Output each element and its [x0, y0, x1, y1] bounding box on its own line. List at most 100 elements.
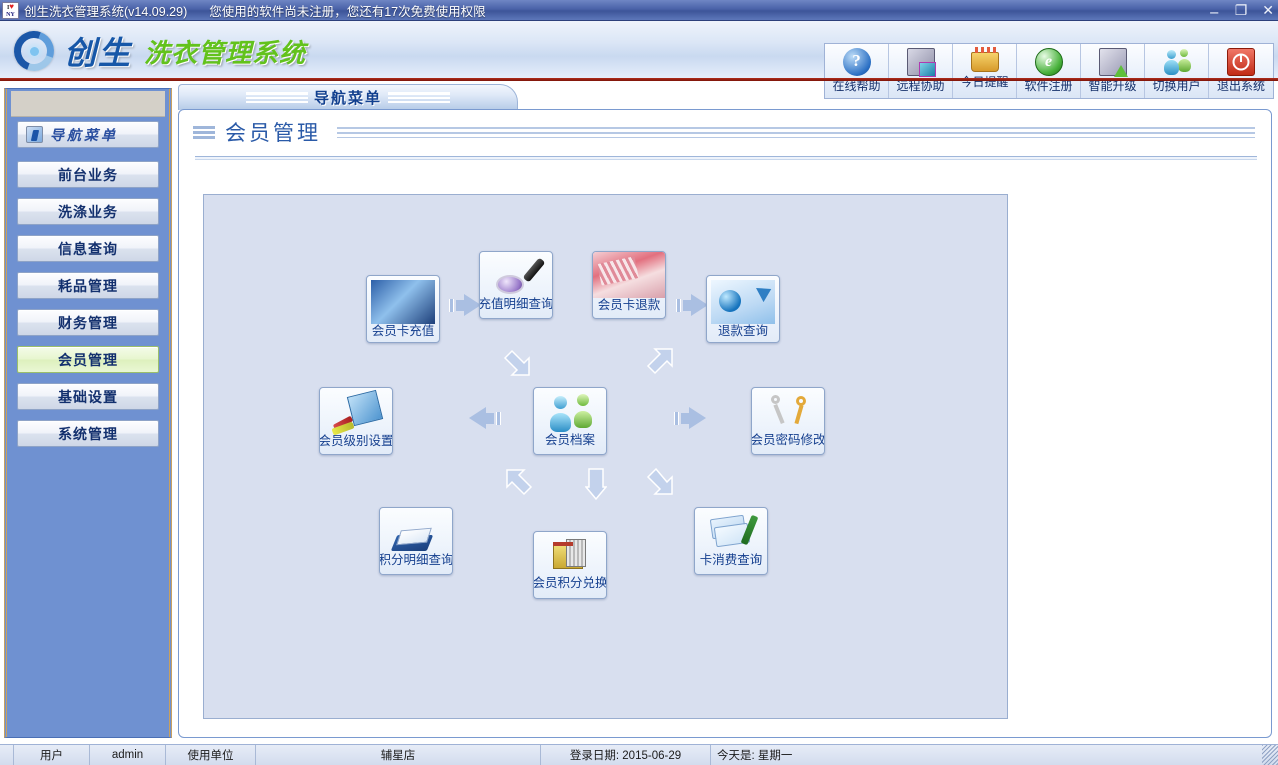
sidebar-item-info-query[interactable]: 信息查询	[17, 235, 159, 262]
page-title: 会员管理	[225, 121, 321, 145]
cards-pen-icon	[709, 513, 759, 553]
tile-label: 充值明细查询	[479, 297, 553, 311]
status-left-pad	[0, 745, 14, 765]
arrow-diagonal-up-right-icon	[646, 348, 673, 375]
tile-member-archive[interactable]: 会员档案	[533, 387, 607, 455]
sidebar-item-front-desk[interactable]: 前台业务	[17, 161, 159, 188]
minimize-button[interactable]: −	[1209, 6, 1220, 21]
content-area: 导航菜单 会员管理 会员卡充值 充值明细查询 会员卡退款 退款查询 会员级别设置…	[178, 84, 1272, 738]
sidebar-item-system-management[interactable]: 系统管理	[17, 420, 159, 447]
main-panel: 会员管理 会员卡充值 充值明细查询 会员卡退款 退款查询 会员级别设置 会员档案…	[178, 109, 1272, 738]
status-unit-label: 使用单位	[166, 745, 256, 765]
panel-separator	[195, 156, 1257, 160]
power-exit-icon	[1227, 48, 1255, 76]
gift-cube-icon	[550, 538, 590, 576]
sidebar-item-label: 基础设置	[58, 388, 118, 405]
tab-decoration-right-icon	[388, 92, 450, 103]
tile-member-card-recharge[interactable]: 会员卡充值	[366, 275, 440, 343]
arrow-diagonal-down-right-icon	[646, 467, 673, 495]
register-globe-icon	[1034, 48, 1063, 76]
remote-desktop-icon	[906, 48, 936, 77]
member-management-diagram: 会员卡充值 充值明细查询 会员卡退款 退款查询 会员级别设置 会员档案 会员密码…	[203, 194, 1008, 719]
sidebar-item-label: 系统管理	[58, 425, 118, 442]
sidebar-item-finance[interactable]: 财务管理	[17, 309, 159, 336]
sidebar-item-label: 财务管理	[58, 314, 118, 331]
tile-label: 退款查询	[717, 324, 768, 338]
tile-label: 会员卡退款	[597, 298, 661, 312]
tile-label: 会员档案	[544, 433, 595, 447]
header-rule-decoration	[337, 126, 1255, 138]
arrow-right-icon	[447, 294, 481, 316]
tile-label: 积分明细查询	[379, 553, 453, 567]
status-user-value: admin	[90, 745, 166, 765]
sidebar-item-member-management[interactable]: 会员管理	[17, 346, 159, 373]
arrow-diagonal-down-left-icon	[503, 349, 530, 376]
registration-warning: 您使用的软件尚未注册，您还有17次免费使用权限	[209, 4, 486, 19]
arrow-right-icon	[674, 294, 708, 316]
tile-card-consumption-query[interactable]: 卡消费查询	[694, 507, 768, 575]
logo-subtitle-text: 洗衣管理系统	[144, 38, 307, 68]
status-bar: 用户 admin 使用单位 辅星店 登录日期: 2015-06-29 今天是: …	[0, 744, 1278, 765]
tile-label: 卡消费查询	[699, 553, 763, 567]
panel-header: 会员管理	[179, 110, 1271, 154]
tile-refund-query[interactable]: 退款查询	[706, 275, 780, 343]
tile-label: 会员卡充值	[371, 324, 435, 338]
upgrade-computer-icon	[1098, 48, 1128, 77]
sidebar-top-strip	[11, 91, 165, 117]
tile-member-card-refund[interactable]: 会员卡退款	[592, 251, 666, 319]
arrow-down-icon	[585, 468, 607, 501]
app-banner: 创生 洗衣管理系统 ? 在线帮助 远程协助 今日提醒 软件注册 智能升级 切换用…	[0, 21, 1278, 99]
users-icon	[548, 393, 592, 433]
sidebar-header-nav-menu[interactable]: 导航菜单	[17, 121, 159, 148]
keys-icon	[766, 393, 810, 433]
tile-label: 会员密码修改	[751, 433, 825, 447]
magnifier-icon	[494, 257, 546, 297]
sidebar-item-label: 耗品管理	[58, 277, 118, 294]
tile-member-password-change[interactable]: 会员密码修改	[751, 387, 825, 455]
tile-member-points-exchange[interactable]: 会员积分兑换	[533, 531, 607, 599]
sidebar-item-consumables[interactable]: 耗品管理	[17, 272, 159, 299]
tab-decoration-left-icon	[245, 92, 308, 103]
i-love-ny-icon: I♥ NY	[2, 1, 19, 19]
window-titlebar: I♥ NY 创生洗衣管理系统(v14.09.29) 您使用的软件尚未注册，您还有…	[0, 0, 1278, 21]
swirl-logo-icon	[7, 24, 61, 78]
sidebar-header-label: 导航菜单	[50, 126, 118, 143]
status-login-date: 登录日期: 2015-06-29	[541, 745, 711, 765]
sidebar-item-label: 前台业务	[58, 166, 118, 183]
settings-board-icon	[331, 389, 384, 436]
resize-grip-icon[interactable]	[1262, 745, 1278, 765]
tab-label: 导航菜单	[313, 90, 382, 107]
window-controls[interactable]: − ❐ ✕	[1209, 0, 1274, 21]
nav-menu-icon	[26, 126, 43, 143]
sidebar-item-label: 会员管理	[58, 351, 118, 368]
sidebar-item-label: 信息查询	[58, 240, 118, 257]
switch-user-icon	[1163, 48, 1191, 76]
menu-lines-icon	[193, 125, 215, 139]
tile-points-detail-query[interactable]: 积分明细查询	[379, 507, 453, 575]
tile-member-level-settings[interactable]: 会员级别设置	[319, 387, 393, 455]
birthday-cake-icon	[970, 47, 999, 72]
restore-button[interactable]: ❐	[1235, 4, 1248, 18]
status-user-label: 用户	[14, 745, 90, 765]
sidebar-item-basic-settings[interactable]: 基础设置	[17, 383, 159, 410]
tile-label: 会员级别设置	[319, 434, 393, 448]
window-title: 创生洗衣管理系统(v14.09.29)	[24, 4, 188, 19]
tab-nav-menu[interactable]: 导航菜单	[178, 84, 518, 110]
arrow-right-icon	[672, 407, 706, 429]
close-button[interactable]: ✕	[1262, 4, 1274, 18]
arrow-diagonal-up-left-icon	[506, 469, 533, 496]
card-machine-icon	[371, 280, 435, 324]
help-question-icon: ?	[842, 48, 871, 76]
tile-recharge-detail-query[interactable]: 充值明细查询	[479, 251, 553, 319]
navigation-sidebar: 导航菜单 前台业务 洗涤业务 信息查询 耗品管理 财务管理 会员管理 基础设置 …	[4, 88, 172, 738]
logo-brand-text: 创生	[64, 35, 133, 71]
tile-label: 会员积分兑换	[533, 576, 607, 590]
book-icon	[390, 513, 438, 553]
status-unit-value: 辅星店	[256, 745, 541, 765]
app-logo: 创生 洗衣管理系统	[7, 24, 307, 78]
sidebar-item-washing[interactable]: 洗涤业务	[17, 198, 159, 225]
status-weekday: 今天是: 星期一	[717, 750, 793, 762]
sidebar-item-label: 洗涤业务	[58, 203, 118, 220]
cash-money-icon	[593, 252, 665, 298]
refund-arrow-icon	[711, 280, 775, 324]
